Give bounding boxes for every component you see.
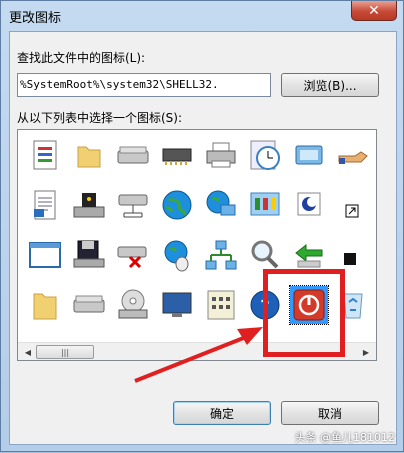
network-drive-icon[interactable] bbox=[114, 186, 152, 224]
icon-list-label: 从以下列表中选择一个图标(S): bbox=[17, 111, 183, 125]
globe-mouse-icon[interactable] bbox=[158, 236, 196, 274]
memory-chip-icon[interactable] bbox=[158, 136, 196, 174]
text-document-icon[interactable] bbox=[26, 186, 64, 224]
folder-icon[interactable] bbox=[70, 136, 108, 174]
shortcut-arrow-icon[interactable] bbox=[334, 186, 372, 224]
close-button[interactable]: ✕ bbox=[351, 1, 397, 21]
open-folder-icon[interactable] bbox=[26, 286, 64, 324]
window-title: 更改图标 bbox=[9, 10, 62, 26]
globe-icon[interactable] bbox=[158, 186, 196, 224]
display-settings-icon[interactable] bbox=[290, 136, 328, 174]
cd-drive-icon[interactable] bbox=[114, 286, 152, 324]
browse-button[interactable]: 浏览(B)... bbox=[281, 73, 379, 97]
title-bar[interactable]: 更改图标 ✕ bbox=[1, 1, 403, 31]
calculator-icon[interactable] bbox=[202, 286, 240, 324]
control-panel-icon[interactable] bbox=[246, 186, 284, 224]
watermark: 头条 @鱼儿181012 bbox=[294, 431, 396, 444]
locked-drive-icon[interactable] bbox=[70, 186, 108, 224]
printer-icon[interactable] bbox=[202, 136, 240, 174]
scroll-thumb[interactable]: ||| bbox=[36, 345, 94, 359]
document-list-icon[interactable] bbox=[26, 136, 64, 174]
network-globe-icon[interactable] bbox=[202, 186, 240, 224]
cancel-button[interactable]: 取消 bbox=[281, 401, 379, 425]
moon-settings-icon[interactable] bbox=[290, 186, 328, 224]
drive-icon[interactable] bbox=[70, 286, 108, 324]
computer-monitor-icon[interactable] bbox=[158, 286, 196, 324]
annotation-highlight-box bbox=[263, 269, 345, 357]
disconnected-drive-icon[interactable] bbox=[114, 236, 152, 274]
network-icon[interactable] bbox=[202, 236, 240, 274]
clock-icon[interactable] bbox=[246, 136, 284, 174]
scroll-left-arrow-icon[interactable]: ◀ bbox=[20, 345, 36, 359]
hard-drive-icon[interactable] bbox=[114, 136, 152, 174]
ok-button[interactable]: 确定 bbox=[173, 401, 271, 425]
window-icon[interactable] bbox=[26, 236, 64, 274]
file-path-input[interactable]: %SystemRoot%\system32\SHELL32. bbox=[17, 73, 271, 97]
scroll-right-arrow-icon[interactable]: ▶ bbox=[358, 345, 374, 359]
hand-share-icon[interactable] bbox=[334, 136, 372, 174]
find-icons-label: 查找此文件中的图标(L): bbox=[17, 51, 146, 65]
floppy-disk-icon[interactable] bbox=[70, 236, 108, 274]
change-icon-dialog: 更改图标 ✕ 查找此文件中的图标(L): %SystemRoot%\system… bbox=[0, 0, 404, 452]
